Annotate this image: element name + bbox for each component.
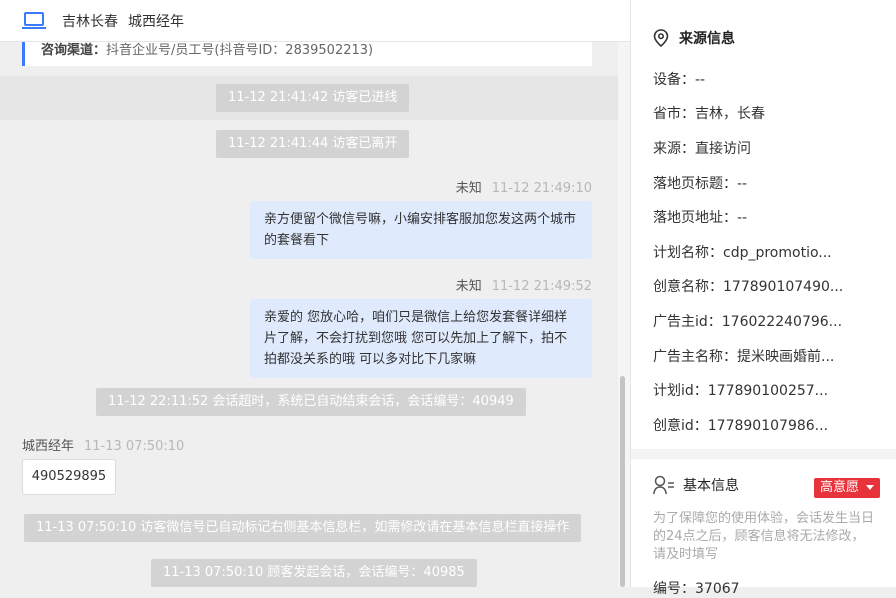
sender-name: 城西经年 <box>22 439 75 454</box>
message-time: 11-12 21:49:10 <box>491 181 592 196</box>
intent-level-dropdown[interactable]: 高意愿 <box>814 478 881 498</box>
info-sidebar: 来源信息 设备：-- 省市：吉林，长春 来源：直接访问 落地页标题：-- 落地页… <box>630 0 896 597</box>
location-pin-icon <box>653 29 669 47</box>
system-message: 11-13 07:50:10 访客微信号已自动标记右侧基本信息栏，如需修改请在基… <box>24 514 582 542</box>
message-meta: 城西经年 11-13 07:50:10 <box>22 435 184 454</box>
message-meta: 未知 11-12 21:49:52 <box>456 275 592 294</box>
laptop-icon <box>22 11 46 29</box>
source-row-province: 省市：吉林，长春 <box>653 106 765 122</box>
scrollbar-thumb[interactable] <box>620 376 625 587</box>
source-row-plan-name[interactable]: 计划名称：cdp_promotio... <box>653 242 832 262</box>
channel-card: 咨询渠道：抖音企业号/员工号(抖音号ID：2839502213) <box>22 42 592 66</box>
agent-message-bubble: 亲爱的 您放心哈，咱们只是微信上给您发套餐详细样片了解，不会打扰到您哦 您可以先… <box>250 299 592 378</box>
visitor-location: 吉林长春 <box>62 13 118 30</box>
source-info-heading: 来源信息 <box>653 28 735 48</box>
source-row-origin: 来源：直接访问 <box>653 141 751 157</box>
chat-panel[interactable]: 咨询渠道：抖音企业号/员工号(抖音号ID：2839502213) 11-12 2… <box>0 42 618 587</box>
edit-deadline-note: 为了保障您的使用体验，会话发生当日的24点之后，顾客信息将无法修改，请及时填写 <box>653 511 875 562</box>
intent-level-label: 高意愿 <box>820 480 860 495</box>
sender-name: 未知 <box>455 279 482 294</box>
channel-value: 抖音企业号/员工号(抖音号ID：2839502213) <box>106 43 374 58</box>
message-meta: 未知 11-12 21:49:10 <box>456 177 592 196</box>
agent-message-bubble: 亲方便留个微信号嘛，小编安排客服加您发这两个城市的套餐看下 <box>250 201 592 259</box>
basic-info-heading: 基本信息 <box>653 475 739 495</box>
chat-header: 吉林长春 城西经年 <box>0 0 630 42</box>
source-info-title: 来源信息 <box>679 31 735 47</box>
caret-down-icon <box>866 485 875 490</box>
message-time: 11-13 07:50:10 <box>84 439 185 454</box>
source-row-device: 设备：-- <box>653 72 706 88</box>
system-message: 11-12 21:41:44 访客已离开 <box>216 130 410 158</box>
source-row-creative-id[interactable]: 创意id：177890107986... <box>653 415 828 435</box>
source-row-creative-name[interactable]: 创意名称：177890107490... <box>653 276 843 296</box>
chat-scrollbar[interactable] <box>618 42 630 587</box>
visitor-message-bubble: 490529895 <box>22 459 116 495</box>
basic-row-number: 编号：37067 <box>653 581 740 597</box>
source-row-landing-url: 落地页地址：-- <box>653 210 748 226</box>
section-divider <box>631 449 896 459</box>
user-info-icon <box>653 475 674 495</box>
sender-name: 未知 <box>455 181 482 196</box>
visitor-name: 城西经年 <box>128 13 184 30</box>
message-time: 11-12 21:49:52 <box>491 279 592 294</box>
source-row-advertiser-name[interactable]: 广告主名称：提米映画婚前... <box>653 346 834 366</box>
source-row-advertiser-id[interactable]: 广告主id：176022240796... <box>653 311 842 331</box>
system-message: 11-12 22:11:52 会话超时，系统已自动结束会话，会话编号：40949 <box>96 388 526 416</box>
system-message: 11-13 07:50:10 顾客发起会话，会话编号：40985 <box>151 559 477 587</box>
source-row-landing-title: 落地页标题：-- <box>653 176 748 192</box>
channel-label: 咨询渠道： <box>41 43 107 58</box>
basic-info-title: 基本信息 <box>683 478 739 494</box>
system-message: 11-12 21:41:42 访客已进线 <box>216 84 410 112</box>
source-row-plan-id[interactable]: 计划id：177890100257... <box>653 380 828 400</box>
